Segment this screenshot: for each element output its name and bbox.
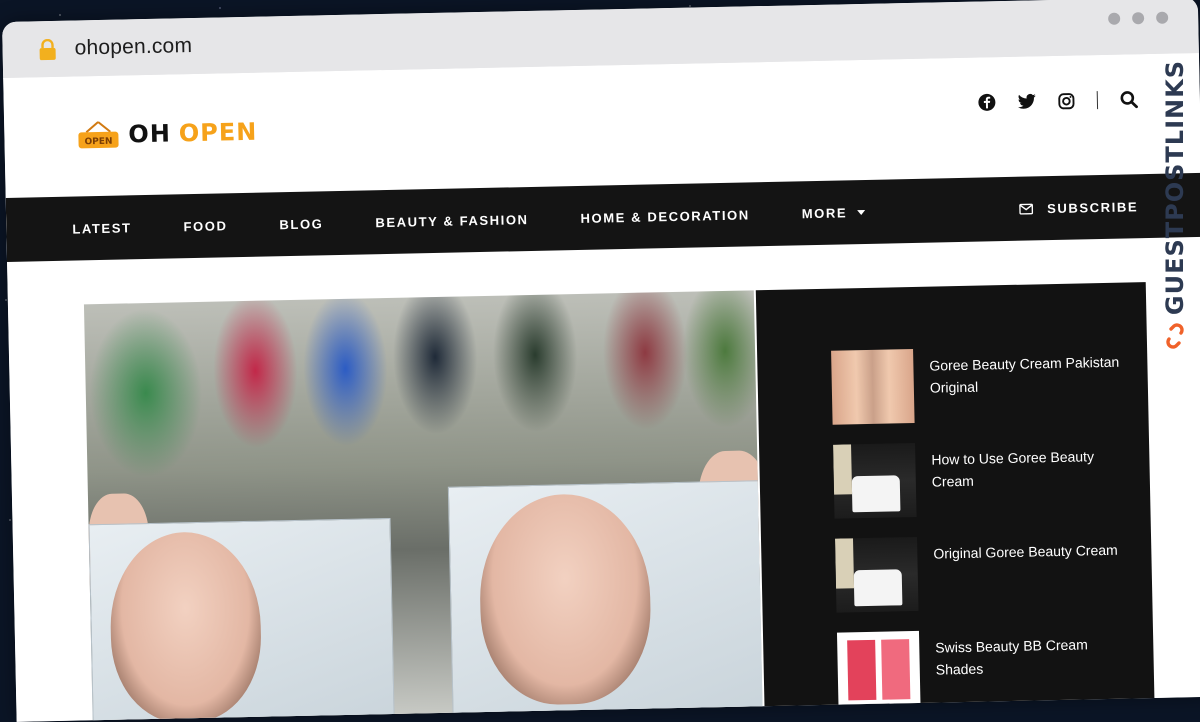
main-nav: LATEST FOOD BLOG BEAUTY & FASHION HOME &… [5,172,1200,262]
subscribe-label: SUBSCRIBE [1047,198,1139,216]
sidebar-post[interactable]: Goree Beauty Cream Pakistan Original [831,345,1123,427]
nav-item-food[interactable]: FOOD [183,218,227,234]
post-title[interactable]: Original Goree Beauty Cream [933,533,1118,565]
watermark-text: GUESTPOSTLINKS [1161,60,1189,316]
logo-word: OH [128,119,172,149]
sidebar-post[interactable]: Swiss Beauty BB Cream Shades [836,627,1129,709]
post-title[interactable]: Swiss Beauty BB Cream Shades [935,627,1128,681]
caret-down-icon [857,209,866,215]
lock-icon [39,38,56,61]
svg-text:OPEN: OPEN [84,137,112,148]
browser-window: ohopen.com OPEN OH OPEN LATEST FOOD BLOG… [2,0,1200,722]
nav-item-home-decoration[interactable]: HOME & DECORATION [580,207,750,226]
site-logo[interactable]: OPEN OH OPEN [76,117,258,151]
logo-word: OPEN [178,117,258,148]
post-title[interactable]: How to Use Goree Beauty Cream [931,439,1124,493]
nav-item-more[interactable]: MORE [801,204,866,221]
nav-item-beauty-fashion[interactable]: BEAUTY & FASHION [375,212,528,230]
nav-item-latest[interactable]: LATEST [72,220,132,236]
post-thumbnail[interactable] [831,348,915,425]
divider [1096,91,1099,110]
social-links [978,90,1138,111]
post-thumbnail[interactable] [835,536,919,613]
search-icon[interactable] [1120,90,1138,109]
nav-item-more-label: MORE [801,204,848,221]
featured-image[interactable] [83,290,763,722]
sidebar-posts: Goree Beauty Cream Pakistan Original How… [755,282,1155,711]
instagram-icon[interactable] [1058,92,1075,109]
window-dot[interactable] [1108,12,1121,25]
post-thumbnail[interactable] [833,442,917,519]
sidebar-post[interactable]: How to Use Goree Beauty Cream [833,439,1125,521]
website: OPEN OH OPEN LATEST FOOD BLOG BEAUTY & F… [3,52,1200,722]
link-icon [1166,323,1184,349]
post-title[interactable]: Goree Beauty Cream Pakistan Original [929,345,1122,399]
sidebar-post[interactable]: Original Goree Beauty Cream [835,533,1127,615]
subscribe-button[interactable]: SUBSCRIBE [1018,174,1138,240]
window-dot[interactable] [1156,11,1169,24]
open-sign-icon: OPEN [78,121,119,149]
facebook-icon[interactable] [978,93,996,111]
envelope-icon [1019,203,1034,215]
watermark-badge: GUESTPOSTLINKS [1158,60,1192,360]
nav-item-blog[interactable]: BLOG [279,216,323,232]
window-dot[interactable] [1132,12,1145,25]
twitter-icon[interactable] [1018,93,1036,109]
address-bar[interactable]: ohopen.com [74,34,192,60]
post-thumbnail[interactable] [836,630,921,707]
window-controls [1108,11,1169,25]
